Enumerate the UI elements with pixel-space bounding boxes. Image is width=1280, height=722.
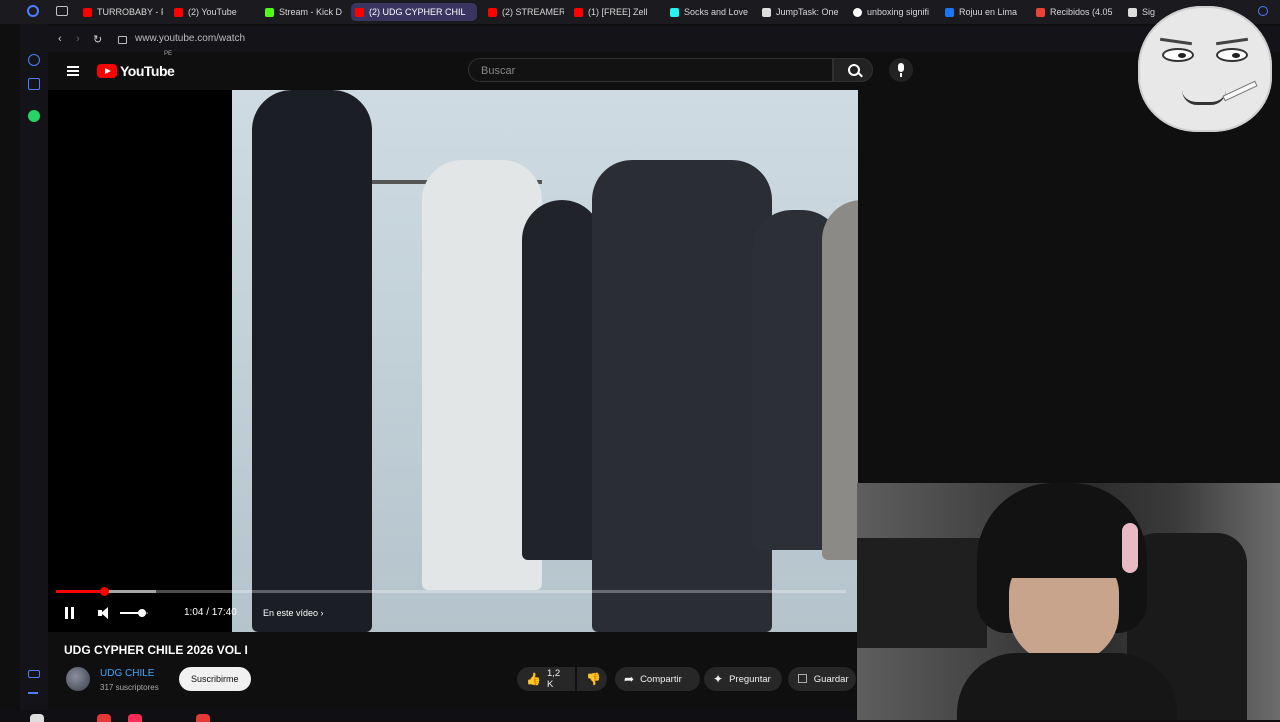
youtube-icon [355, 7, 364, 17]
share-button[interactable]: ➦ Compartir [615, 667, 700, 691]
search-icon[interactable] [833, 58, 873, 82]
meme-face-sticker [1138, 6, 1272, 132]
volume-knob[interactable] [138, 609, 147, 617]
youtube-wordmark: YouTube [120, 63, 175, 79]
browser-tab[interactable]: Socks and Love [666, 3, 750, 21]
save-button[interactable]: ☐ Guardar [788, 667, 856, 691]
browser-sidebar [20, 24, 48, 720]
subscriber-count: 317 suscriptores [100, 683, 159, 692]
video-player[interactable]: 1:04 / 17:40 En este vídeo › [48, 90, 858, 632]
gx-icon[interactable] [28, 670, 40, 678]
taskbar-app-icon[interactable] [196, 714, 210, 722]
search-box [468, 58, 833, 82]
url-field[interactable]: www.youtube.com/watch [135, 33, 245, 44]
opera-logo-icon[interactable] [27, 5, 39, 17]
tiktok-icon [670, 7, 679, 17]
browser-tab[interactable]: TURROBABY - F [79, 3, 163, 21]
headset-icon [1122, 523, 1138, 573]
youtube-play-icon [97, 64, 117, 78]
sparkle-icon: ✦ [713, 672, 724, 686]
player-controls: 1:04 / 17:40 En este vídeo › [48, 600, 858, 626]
taskbar-app-icon[interactable] [97, 714, 111, 722]
thumbs-up-icon: 👍 [526, 672, 541, 686]
thumbs-down-icon: 👎 [586, 672, 601, 686]
microphone-icon[interactable] [889, 58, 913, 82]
browser-tab[interactable]: Recibidos (4.05 [1032, 3, 1116, 21]
page-icon [762, 7, 771, 17]
back-icon[interactable]: ‹ [58, 33, 62, 45]
ask-button[interactable]: ✦ Preguntar [704, 667, 782, 691]
youtube-icon [488, 7, 497, 17]
browser-tab-active[interactable]: (2) UDG CYPHER CHIL [351, 3, 477, 21]
pause-icon[interactable] [65, 607, 75, 619]
scrubber-handle[interactable] [99, 587, 109, 596]
forward-icon[interactable]: › [76, 33, 80, 45]
whatsapp-icon[interactable] [28, 110, 40, 122]
volume-slider[interactable] [120, 609, 148, 617]
browser-tab[interactable]: (2) STREAMER [484, 3, 564, 21]
browser-tab[interactable]: JumpTask: One [758, 3, 842, 21]
menu-icon[interactable] [67, 66, 79, 76]
browser-tab[interactable]: Sig [1124, 3, 1164, 21]
browser-tab[interactable]: Rojuu en Lima [941, 3, 1025, 21]
youtube-logo[interactable]: YouTube [97, 63, 175, 79]
country-code: PE [164, 51, 173, 57]
cigarette-icon [1222, 80, 1258, 102]
time-display: 1:04 / 17:40 [184, 607, 237, 618]
gmail-icon [1036, 7, 1045, 17]
search-input[interactable] [479, 64, 813, 78]
facebook-icon [945, 7, 954, 17]
reload-icon[interactable]: ↻ [93, 33, 102, 46]
channel-avatar[interactable] [66, 667, 90, 691]
progress-bar[interactable] [56, 587, 846, 596]
taskbar-app-icon[interactable] [128, 714, 142, 722]
channel-name[interactable]: UDG CHILE [100, 668, 154, 679]
youtube-icon [83, 7, 92, 17]
progress-played [56, 590, 104, 593]
dislike-button[interactable]: 👎 [577, 667, 607, 691]
youtube-icon [574, 7, 583, 17]
google-icon [853, 7, 862, 17]
youtube-header: YouTube PE [48, 51, 1280, 90]
browser-tab[interactable]: (2) YouTube [170, 3, 254, 21]
tab-manager-icon[interactable] [56, 6, 68, 16]
browser-tab[interactable]: (1) [FREE] Zell [570, 3, 656, 21]
youtube-icon [174, 7, 183, 17]
page-icon [1128, 7, 1137, 17]
video-frame[interactable] [232, 90, 858, 632]
share-icon: ➦ [624, 672, 635, 686]
browser-tab[interactable]: Stream - Kick D [261, 3, 345, 21]
tab-search-icon[interactable] [1258, 6, 1268, 16]
start-icon[interactable] [30, 714, 44, 722]
chapters-button[interactable]: En este vídeo › [263, 608, 324, 618]
like-button[interactable]: 👍 1,2 K [517, 667, 575, 691]
bookmark-icon: ☐ [797, 672, 808, 686]
volume-icon[interactable] [98, 607, 112, 619]
more-icon[interactable] [28, 692, 38, 694]
lock-icon [118, 36, 127, 44]
browser-tab-strip: TURROBABY - F (2) YouTube Stream - Kick … [0, 0, 1280, 24]
history-icon[interactable] [28, 54, 40, 66]
video-title: UDG CYPHER CHILE 2026 VOL I [64, 643, 248, 657]
extensions-icon[interactable] [28, 78, 40, 90]
address-bar: ‹ › ↻ www.youtube.com/watch [48, 26, 1280, 52]
subscribe-button[interactable]: Suscribirme [179, 667, 251, 691]
browser-tab[interactable]: unboxing signifi [849, 3, 933, 21]
kick-icon [265, 7, 274, 17]
webcam-overlay [857, 483, 1280, 720]
